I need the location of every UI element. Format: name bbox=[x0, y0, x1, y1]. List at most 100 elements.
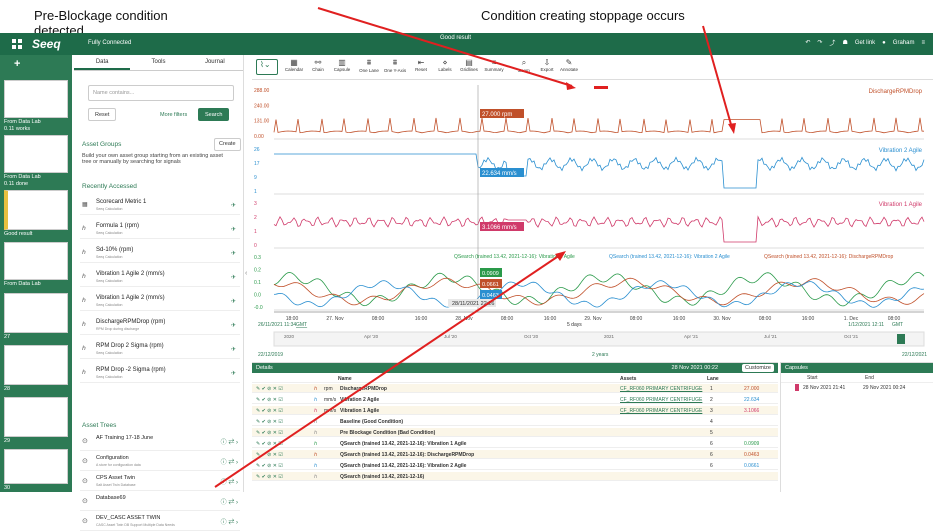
row-asset[interactable]: CF_RF060 PRIMARY CENTRIFUGE bbox=[620, 386, 702, 392]
toolbar-button[interactable]: ▥ Capsule bbox=[330, 58, 354, 72]
tab-tools[interactable]: Tools bbox=[130, 55, 186, 70]
worksheet-thumb-8[interactable] bbox=[4, 449, 68, 484]
row-actions-icon[interactable]: ✎ ✔ ⊘ ✕ ☑ bbox=[256, 452, 283, 458]
share-icon[interactable]: ⤴ bbox=[829, 38, 835, 47]
search-input[interactable]: Name contains... bbox=[88, 85, 234, 101]
apps-grid-icon[interactable] bbox=[12, 39, 22, 49]
table-row[interactable]: ✎ ✔ ⊘ ✕ ☑ ℎ QSearch (trained 13.42, 2021-1… bbox=[252, 439, 778, 448]
capsule-row[interactable]: 28 Nov 2021 21:41 29 Nov 2021 00:24 bbox=[781, 383, 933, 393]
tree-actions-icon[interactable]: ⓘ ⇄ › bbox=[221, 497, 238, 506]
seeq-logo[interactable]: Seeq bbox=[32, 37, 61, 51]
worksheet-thumb-3[interactable] bbox=[4, 190, 68, 230]
reset-button[interactable]: Reset bbox=[88, 108, 117, 121]
table-row[interactable]: ✎ ✔ ⊘ ✕ ☑ ℎ QSearch (trained 13.42, 2021-1… bbox=[252, 450, 778, 459]
pin-icon[interactable]: ✈ bbox=[231, 370, 236, 377]
worksheet-thumb-2[interactable] bbox=[4, 135, 68, 173]
toolbar-button[interactable]: ⩩ One Lane bbox=[357, 58, 381, 73]
row-actions-icon[interactable]: ✎ ✔ ⊘ ✕ ☑ bbox=[256, 386, 283, 392]
toolbar-button[interactable]: ⚯ Chain bbox=[306, 58, 330, 72]
table-row[interactable]: ✎ ✔ ⊘ ✕ ☑ ℎ QSearch (trained 13.42, 2021-1… bbox=[252, 461, 778, 470]
toolbar-button[interactable]: ⇤ Reset bbox=[409, 58, 433, 72]
search-button[interactable]: Search bbox=[198, 108, 230, 121]
more-filters-link[interactable]: More filters bbox=[160, 112, 187, 118]
pin-icon[interactable]: ✈ bbox=[231, 250, 236, 257]
tree-actions-icon[interactable]: ⓘ ⇄ › bbox=[221, 477, 238, 486]
table-row[interactable]: ✎ ✔ ⊘ ✕ ☑ ℎ rpm DischargeRPMDrop CF_RF060 PR… bbox=[252, 384, 778, 393]
toolbar-button[interactable]: ⩩ One Y-Axis bbox=[383, 58, 407, 73]
row-actions-icon[interactable]: ✎ ✔ ⊘ ✕ ☑ bbox=[256, 430, 283, 436]
collapse-panel-icon[interactable]: ‹ bbox=[245, 270, 247, 277]
row-asset[interactable]: CF_RF060 PRIMARY CENTRIFUGE bbox=[620, 408, 702, 414]
recent-item[interactable]: ℎ Sd-10% (rpm) Seeq Calculation ✈ bbox=[80, 245, 240, 263]
table-row[interactable]: ✎ ✔ ⊘ ✕ ☑ ℎ Baseline (Good Condition) 4 bbox=[252, 417, 778, 426]
recent-item[interactable]: ℎ Vibration 1 Agile 2 (mm/s) Seeq Calculat… bbox=[80, 293, 240, 311]
worksheet-thumb-6[interactable] bbox=[4, 345, 68, 385]
col-assets[interactable]: Assets bbox=[620, 376, 636, 382]
menu-icon[interactable]: ≡ bbox=[921, 40, 925, 46]
asset-tree-item[interactable]: ⊙ Database69 ⓘ ⇄ › bbox=[80, 493, 240, 511]
tab-data[interactable]: Data bbox=[74, 55, 131, 70]
pin-icon[interactable]: ✈ bbox=[231, 202, 236, 209]
toolbar-button[interactable]: ≡ Summary bbox=[482, 58, 506, 72]
tree-actions-icon[interactable]: ⓘ ⇄ › bbox=[221, 517, 238, 526]
table-row[interactable]: ✎ ✔ ⊘ ✕ ☑ ℎ mm/s Vibration 1 Agile CF_RF060 … bbox=[252, 406, 778, 415]
row-actions-icon[interactable]: ✎ ✔ ⊘ ✕ ☑ bbox=[256, 441, 283, 447]
col-name[interactable]: Name bbox=[338, 376, 352, 382]
tab-journal[interactable]: Journal bbox=[187, 55, 243, 70]
get-link-button[interactable]: Get link bbox=[855, 40, 875, 46]
toolbar-button[interactable]: ▦ Calendar bbox=[282, 58, 306, 72]
q-legend: QSearch (trained 13.42, 2021-12-16): Vib… bbox=[454, 254, 575, 260]
recently-accessed-title[interactable]: Recently Accessed bbox=[82, 183, 137, 190]
capsules-start-col[interactable]: Start bbox=[807, 375, 818, 381]
tree-actions-icon[interactable]: ⓘ ⇄ › bbox=[221, 457, 238, 466]
capsules-end-col[interactable]: End bbox=[865, 375, 874, 381]
trend-svg[interactable]: 288.00240.00131.000.00DischargeRPMDrop26… bbox=[252, 80, 933, 360]
toolbar-button[interactable]: ✎ Annotate bbox=[557, 58, 581, 72]
row-actions-icon[interactable]: ✎ ✔ ⊘ ✕ ☑ bbox=[256, 463, 283, 469]
row-asset[interactable]: CF_RF060 PRIMARY CENTRIFUGE bbox=[620, 397, 702, 403]
user-icon[interactable]: ● bbox=[882, 40, 886, 46]
row-actions-icon[interactable]: ✎ ✔ ⊘ ✕ ☑ bbox=[256, 419, 283, 425]
pin-icon[interactable]: ✈ bbox=[231, 322, 236, 329]
table-row[interactable]: ✎ ✔ ⊘ ✕ ☑ ℎ Pre Blockage Condition (Bad Co… bbox=[252, 428, 778, 437]
row-actions-icon[interactable]: ✎ ✔ ⊘ ✕ ☑ bbox=[256, 397, 283, 403]
row-actions-icon[interactable]: ✎ ✔ ⊘ ✕ ☑ bbox=[256, 408, 283, 414]
recent-item[interactable]: ▦ Scorecard Metric 1 Seeq Calculation ✈ bbox=[80, 197, 240, 215]
create-button[interactable]: Create bbox=[214, 138, 241, 151]
row-actions-icon[interactable]: ✎ ✔ ⊘ ✕ ☑ bbox=[256, 474, 283, 480]
recent-item[interactable]: ℎ RPM Drop 2 Sigma (rpm) Seeq Calculation ✈ bbox=[80, 341, 240, 359]
pin-icon[interactable]: ✈ bbox=[231, 346, 236, 353]
add-worksheet-icon[interactable]: + bbox=[14, 58, 20, 70]
y-tick-label: 0.3 bbox=[254, 255, 261, 261]
worksheet-thumb-4[interactable] bbox=[4, 242, 68, 280]
pin-icon[interactable]: ✈ bbox=[231, 274, 236, 281]
recent-item[interactable]: ℎ Vibration 1 Agile 2 (mm/s) Seeq Calculat… bbox=[80, 269, 240, 287]
toolbar-button[interactable]: ⌕ Zoom bbox=[512, 58, 536, 73]
customize-button[interactable]: Customize bbox=[742, 364, 774, 372]
asset-tree-item[interactable]: ⊙ Configuration A store for configuration … bbox=[80, 453, 240, 471]
trend-chart[interactable]: 288.00 240.00 131.00 0.00 DischargeRPMDrop 26… bbox=[252, 80, 933, 360]
table-row[interactable]: ✎ ✔ ⊘ ✕ ☑ ℎ mm/s Vibration 2 Agile CF_RF060 … bbox=[252, 395, 778, 404]
user-name[interactable]: Graham bbox=[893, 40, 915, 46]
toolbar-button[interactable]: ▤ Gridlines bbox=[457, 58, 481, 72]
tree-actions-icon[interactable]: ⓘ ⇄ › bbox=[221, 437, 238, 446]
worksheet-thumb-1[interactable] bbox=[4, 80, 68, 118]
undo-icon[interactable]: ↶ bbox=[805, 39, 810, 46]
redo-icon[interactable]: ↷ bbox=[817, 39, 822, 46]
pin-icon[interactable]: ✈ bbox=[231, 226, 236, 233]
asset-tree-item[interactable]: ⊙ AF Training 17-18 June ⓘ ⇄ › bbox=[80, 433, 240, 451]
asset-tree-item[interactable]: ⊙ DEV_CASC ASSET TWIN CASC Asset Twin DB S… bbox=[80, 513, 240, 531]
asset-tree-item[interactable]: ⊙ CPS Asset Twin Salt Asset Twin Database ⓘ… bbox=[80, 473, 240, 491]
recent-item[interactable]: ℎ RPM Drop -2 Sigma (rpm) Seeq Calculation… bbox=[80, 365, 240, 383]
recent-item[interactable]: ℎ DischargeRPMDrop (rpm) RPM Drop during d… bbox=[80, 317, 240, 335]
pin-icon[interactable]: ✈ bbox=[231, 298, 236, 305]
recent-item[interactable]: ℎ Formula 1 (rpm) Seeq Calculation ✈ bbox=[80, 221, 240, 239]
toolbar-button[interactable]: ⇩ Export bbox=[535, 58, 559, 72]
table-row[interactable]: ✎ ✔ ⊘ ✕ ☑ ℎ QSearch (trained 13.42, 2021-1… bbox=[252, 472, 778, 481]
worksheet-thumb-5[interactable] bbox=[4, 293, 68, 333]
view-select[interactable]: ⌇⌄ bbox=[256, 59, 278, 75]
worksheet-thumb-7[interactable] bbox=[4, 397, 68, 437]
toolbar-button[interactable]: ⋄ Labels bbox=[433, 58, 457, 72]
people-icon[interactable]: ☗ bbox=[842, 39, 847, 46]
col-lane[interactable]: Lane bbox=[707, 376, 719, 382]
